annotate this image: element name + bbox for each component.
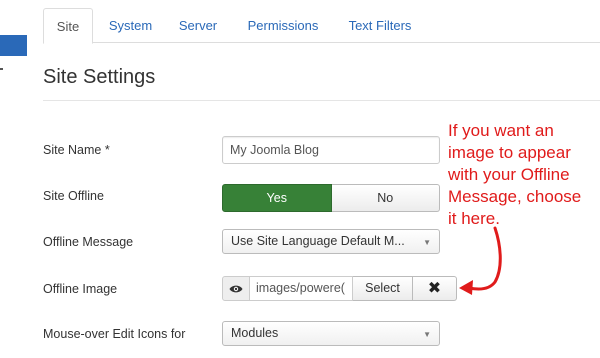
mouseover-edit-value: Modules <box>231 326 279 340</box>
site-offline-toggle: Yes No <box>222 184 440 212</box>
mouseover-edit-label: Mouse-over Edit Icons for <box>43 327 186 341</box>
annotation-line: If you want an <box>448 121 554 140</box>
chevron-down-icon: ▼ <box>423 330 431 339</box>
title-divider <box>43 100 600 101</box>
tab-server[interactable]: Server <box>171 9 225 43</box>
left-edge-mark <box>0 68 3 70</box>
tab-text-filters[interactable]: Text Filters <box>337 9 423 43</box>
annotation-line: image to appear <box>448 143 571 162</box>
offline-message-value: Use Site Language Default M... <box>231 234 405 248</box>
annotation-callout: If you want an image to appear with your… <box>448 120 598 230</box>
offline-image-select-button[interactable]: Select <box>353 276 413 301</box>
tab-system[interactable]: System <box>98 9 163 43</box>
annotation-line: with your Offline <box>448 165 570 184</box>
eye-icon[interactable] <box>222 276 250 301</box>
chevron-down-icon: ▼ <box>423 238 431 247</box>
offline-image-path-input[interactable]: images/powere( <box>250 276 353 301</box>
annotation-arrow-icon <box>459 226 502 295</box>
site-offline-no-button[interactable]: No <box>331 184 440 212</box>
offline-image-label: Offline Image <box>43 282 118 296</box>
tab-site[interactable]: Site <box>43 8 93 44</box>
annotation-line: Message, choose <box>448 187 582 206</box>
offline-image-field: images/powere( Select ✖ <box>222 276 457 301</box>
offline-message-label: Offline Message <box>43 235 134 249</box>
left-accent-bar <box>0 35 27 56</box>
page-title: Site Settings <box>43 66 156 88</box>
offline-message-select[interactable]: Use Site Language Default M... ▼ <box>222 229 440 254</box>
site-offline-label: Site Offline <box>43 189 104 203</box>
site-name-input[interactable] <box>222 136 440 164</box>
site-offline-yes-button[interactable]: Yes <box>222 184 332 212</box>
tab-permissions[interactable]: Permissions <box>235 9 331 43</box>
mouseover-edit-select[interactable]: Modules ▼ <box>222 321 440 346</box>
tab-bar: Site System Server Permissions Text Filt… <box>43 0 600 44</box>
clear-icon[interactable]: ✖ <box>413 276 457 301</box>
site-name-label: Site Name * <box>43 143 110 157</box>
